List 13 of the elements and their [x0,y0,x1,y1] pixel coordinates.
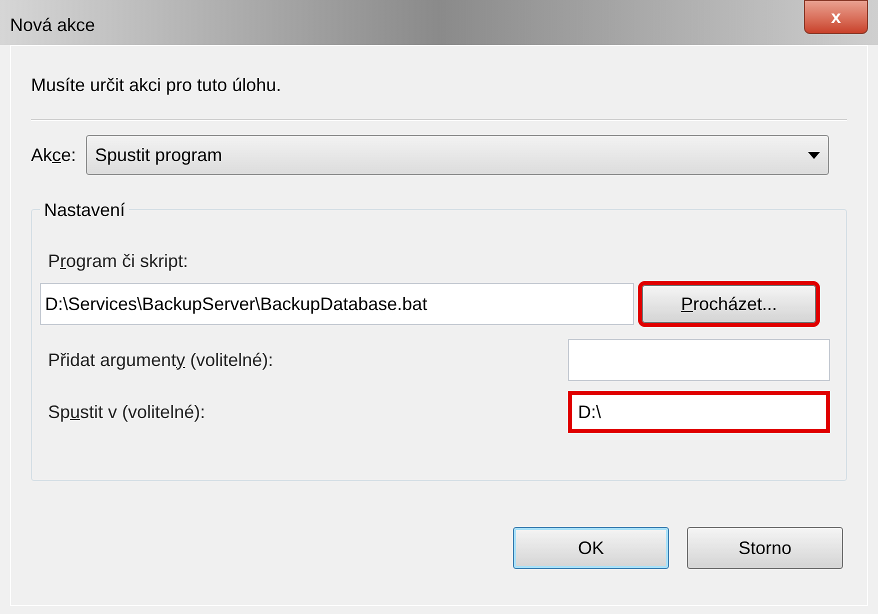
dropdown-arrow-icon [808,152,820,158]
field-label: Program či skript: [48,250,190,273]
action-label: Akce: [31,144,76,166]
arguments-field[interactable] [568,339,830,381]
field-label: Spustit v (volitelné): [48,400,206,424]
instruction-text: Musíte určit akci pro tuto úlohu. [31,74,282,97]
action-dropdown[interactable]: Spustit program [86,135,829,175]
ok-button[interactable]: OK [513,527,669,569]
window-title: Nová akce [10,14,96,37]
cancel-button[interactable]: Storno [687,527,843,569]
program-field[interactable]: D:\Services\BackupServer\BackupDatabase.bat [40,283,634,325]
field-label: Přidat argumenty (volitelné): [48,348,274,372]
start-in-field[interactable]: D:\ [568,391,830,433]
